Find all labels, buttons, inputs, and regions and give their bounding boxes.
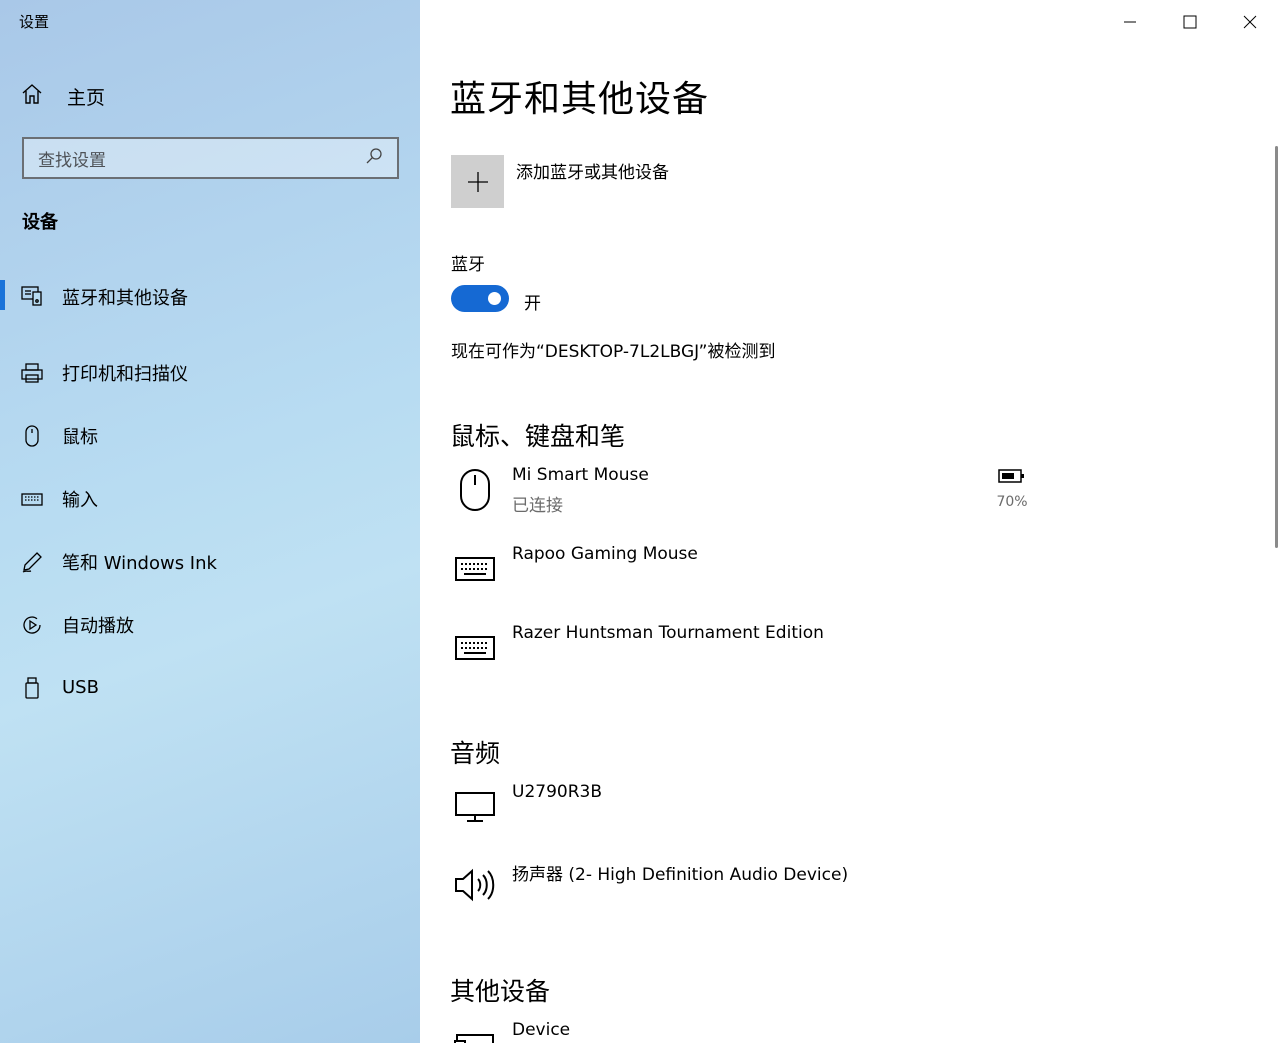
toggle-knob <box>488 292 501 305</box>
home-label: 主页 <box>67 86 106 109</box>
discoverable-text: 现在可作为“DESKTOP-7L2LBGJ”被检测到 <box>451 342 776 362</box>
app-title: 设置 <box>19 13 50 31</box>
section-title-audio: 音频 <box>450 739 501 768</box>
sidebar-item-label: 笔和 Windows Ink <box>62 552 217 574</box>
sidebar-item-pen[interactable]: 笔和 Windows Ink <box>0 530 420 593</box>
maximize-icon <box>1183 15 1197 29</box>
section-title-input: 鼠标、键盘和笔 <box>450 422 626 451</box>
device-item[interactable]: U2790R3B <box>452 782 1052 838</box>
add-device-label[interactable]: 添加蓝牙或其他设备 <box>516 158 669 183</box>
monitor-icon <box>452 782 498 832</box>
device-name: Razer Huntsman Tournament Edition <box>512 623 824 643</box>
device-name: U2790R3B <box>512 782 602 802</box>
device-item[interactable]: 扬声器 (2- High Definition Audio Device) <box>452 860 1052 916</box>
sidebar-item-printers[interactable]: 打印机和扫描仪 <box>0 341 420 404</box>
autoplay-icon <box>20 613 44 637</box>
speaker-icon <box>452 860 498 910</box>
sidebar-item-autoplay[interactable]: 自动播放 <box>0 593 420 656</box>
close-icon <box>1243 15 1257 29</box>
device-item[interactable]: Razer Huntsman Tournament Edition <box>452 623 1052 679</box>
search-input[interactable]: 查找设置 <box>22 137 399 179</box>
scrollbar[interactable] <box>1275 146 1278 548</box>
bluetooth-devices-icon <box>20 284 44 308</box>
sidebar-nav: 蓝牙和其他设备 打印机和扫描仪 鼠标 输入 笔和 Windows Ink 自动播… <box>0 278 420 719</box>
sidebar-item-label: 自动播放 <box>62 615 134 637</box>
battery-icon <box>998 469 1024 483</box>
device-icon <box>452 1020 498 1043</box>
sidebar-item-typing[interactable]: 输入 <box>0 467 420 530</box>
printer-icon <box>20 361 44 385</box>
search-placeholder: 查找设置 <box>38 150 106 171</box>
sidebar-item-label: 蓝牙和其他设备 <box>62 288 188 309</box>
device-item[interactable]: Rapoo Gaming Mouse <box>452 544 1052 600</box>
minimize-icon <box>1124 21 1136 23</box>
close-button[interactable] <box>1220 0 1280 44</box>
window-controls <box>1100 0 1280 44</box>
search-icon[interactable] <box>365 147 383 169</box>
bluetooth-label: 蓝牙 <box>451 255 485 275</box>
keyboard-icon <box>452 623 498 673</box>
minimize-button[interactable] <box>1100 0 1160 44</box>
add-device-button[interactable] <box>451 155 504 208</box>
device-item[interactable]: Mi Smart Mouse 已连接 <box>452 465 1052 521</box>
device-status: 已连接 <box>512 496 563 516</box>
section-label-devices: 设备 <box>22 212 58 233</box>
section-title-other: 其他设备 <box>450 977 551 1006</box>
device-name: Mi Smart Mouse <box>512 465 649 485</box>
home-icon <box>20 82 44 110</box>
sidebar-item-label: 输入 <box>62 489 98 511</box>
device-name: Device <box>512 1020 571 1040</box>
page-title: 蓝牙和其他设备 <box>450 79 710 120</box>
sidebar-item-label: 打印机和扫描仪 <box>62 363 188 385</box>
plus-icon <box>467 171 488 192</box>
device-name: Rapoo Gaming Mouse <box>512 544 698 564</box>
battery-percent: 70% <box>996 494 1028 510</box>
sidebar-item-mouse[interactable]: 鼠标 <box>0 404 420 467</box>
main-content: 蓝牙和其他设备 添加蓝牙或其他设备 蓝牙 开 现在可作为“DESKTOP-7L2… <box>420 0 1280 1043</box>
battery-indicator: 70% <box>995 468 1029 510</box>
sidebar-item-label: USB <box>62 677 99 698</box>
home-nav-item[interactable]: 主页 <box>20 82 105 110</box>
bluetooth-state-label: 开 <box>524 294 541 314</box>
keyboard-icon <box>452 544 498 594</box>
bluetooth-toggle[interactable] <box>451 285 509 312</box>
device-item[interactable]: Device <box>452 1020 1052 1043</box>
sidebar-item-bluetooth[interactable]: 蓝牙和其他设备 <box>0 278 420 341</box>
sidebar-item-label: 鼠标 <box>62 426 98 448</box>
sidebar-item-usb[interactable]: USB <box>0 656 420 719</box>
sidebar: 设置 主页 查找设置 设备 蓝牙和其他设备 打印机和扫描仪 鼠标 输入 笔和 W… <box>0 0 420 1043</box>
device-name: 扬声器 (2- High Definition Audio Device) <box>512 865 849 885</box>
mouse-icon <box>20 424 44 448</box>
maximize-button[interactable] <box>1160 0 1220 44</box>
usb-icon <box>20 676 44 700</box>
pen-icon <box>20 550 44 574</box>
keyboard-icon <box>20 487 44 511</box>
mouse-icon <box>452 465 498 515</box>
